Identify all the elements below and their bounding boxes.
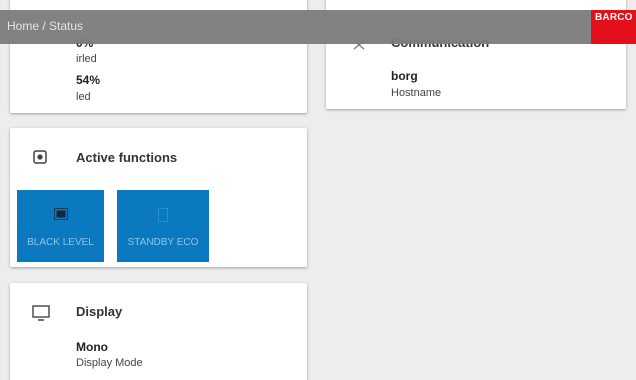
standby-eco-icon [158,208,168,225]
display-title: Display [76,304,123,319]
breadcrumb[interactable]: Home / Status [7,19,83,33]
brand-logo-text: BARCO [595,12,633,23]
standby-eco-label: STANDBY ECO [127,237,199,248]
header-bar: Home / Status BARCO [0,10,636,44]
active-functions-card: Active functions BLACK LEVEL STANDBY ECO [10,128,307,267]
standby-eco-button[interactable]: STANDBY ECO [117,190,209,262]
monitor-icon [32,305,50,326]
display-card: Display Mono Display Mode [10,283,307,380]
display-mode-value: Mono [76,340,108,354]
brand-logo: BARCO [591,10,636,44]
led-partial-label: irled [76,53,97,65]
black-level-icon [53,208,68,223]
black-level-label: BLACK LEVEL [27,237,94,248]
functions-icon [33,150,47,169]
display-mode-label: Display Mode [76,357,143,369]
hostname-value: borg [391,69,418,83]
black-level-button[interactable]: BLACK LEVEL [17,190,104,262]
active-functions-title: Active functions [76,150,178,165]
hostname-label: Hostname [391,87,442,99]
led-value: 54% [76,73,101,87]
led-label: led [76,91,91,103]
